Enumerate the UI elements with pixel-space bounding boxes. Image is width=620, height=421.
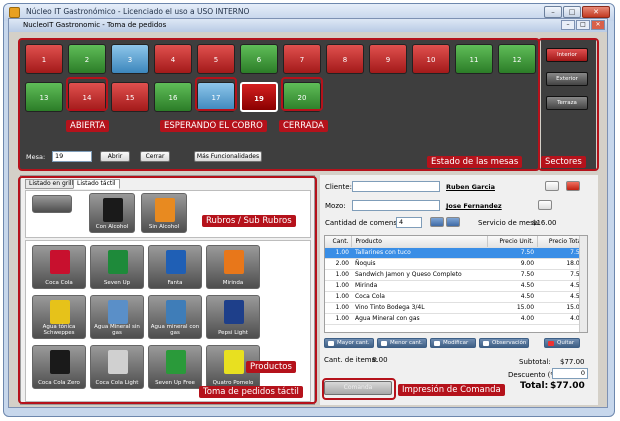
close-button[interactable]: ✕ [582,6,610,18]
order-cell: 15.00 [487,302,538,314]
annotation-productos: Productos [246,361,296,373]
observacion-label: Observación [492,340,527,346]
esperando-highlight [195,77,237,111]
annotation-toma: Toma de pedidos táctil [199,386,303,398]
annotation-rubros: Rubros / Sub Rubros [202,215,296,227]
descuento-input[interactable]: 0 [552,368,588,379]
items-value: 8.00 [372,356,388,364]
order-cell: 1.00 [325,269,352,281]
total-label: Total: [520,381,549,391]
order-cell: 9.00 [487,258,538,270]
order-row[interactable]: 1.00 Mirinda 4.50 4.50 [325,280,587,292]
decrease-icon[interactable] [446,217,460,227]
mayor-cant-label: Mayor cant. [337,340,370,346]
order-scrollbar[interactable] [579,236,587,332]
total-value: $77.00 [550,381,585,391]
comensales-input[interactable]: 4 [396,217,422,228]
order-cell: 4.50 [487,291,538,303]
modificar-button[interactable]: Modificar [430,338,476,348]
inner-title-bar: NucleoIT Gastronomic - Toma de pedidos –… [9,19,607,32]
order-cell: 1.00 [325,291,352,303]
order-table[interactable]: Cant. Producto Precio Unit. Precio Total 1.… [324,235,588,333]
comanda-highlight [322,378,396,400]
annotation-esperando: ESPERANDO EL COBRO [160,120,267,132]
cliente-input[interactable] [352,181,440,192]
order-header-cell[interactable]: Cant. [325,236,353,248]
subtotal-label: Subtotal: [519,358,551,366]
annotation-abierta: ABIERTA [66,120,110,132]
mozo-input[interactable] [352,200,440,211]
annotation-impresion: Impresión de Comanda [398,384,505,396]
annotation-cerrada: CERRADA [279,120,328,132]
order-cell: 1.00 [325,313,352,325]
cliente-label: Cliente: [325,183,352,191]
order-cell: Vino Tinto Bodega 3/4L [351,302,488,314]
order-cell: Ñoquis [351,258,488,270]
increase-icon[interactable] [430,217,444,227]
items-label: Cant. de items: [324,356,378,364]
order-cell: Sandwich Jamon y Queso Completo [351,269,488,281]
order-right-panel: Cliente: Ruben Garcia Mozo: Jose Fernand… [320,175,598,405]
cliente-link[interactable]: Ruben Garcia [446,183,495,191]
mayor-cant-button[interactable]: Mayor cant. [324,338,374,348]
inner-maximize-button[interactable]: □ [576,20,590,30]
menor-cant-label: Menor cant. [390,340,423,346]
quitar-label: Quitar [557,340,575,346]
clear-client-icon[interactable] [566,181,580,191]
maximize-button[interactable]: □ [563,6,581,18]
order-cell: 2.00 [325,258,352,270]
cerrada-highlight [281,77,323,111]
order-row[interactable]: 1.00 Tallarines con tuco 7.50 7.50 [325,247,587,259]
mozo-link[interactable]: Jose Fernandez [446,202,502,210]
observacion-button[interactable]: Observación [479,338,529,348]
order-row[interactable]: 2.00 Ñoquis 9.00 18.00 [325,258,587,270]
annotation-estado: Estado de las mesas [427,156,523,168]
order-cell: 7.50 [487,247,538,259]
search-client-icon[interactable] [545,181,559,191]
order-cell: Agua Mineral con gas [351,313,488,325]
order-cell: 1.00 [325,302,352,314]
order-row[interactable]: 1.00 Vino Tinto Bodega 3/4L 15.00 15.00 [325,302,587,314]
inner-window-title: NucleoIT Gastronomic - Toma de pedidos [23,21,167,29]
order-row[interactable]: 1.00 Coca Cola 4.50 4.50 [325,291,587,303]
annotation-sectores: Sectores [541,156,586,168]
window-title: Núcleo IT Gastronómico - Licenciado el u… [26,7,250,16]
order-cell: Coca Cola [351,291,488,303]
app-icon [9,7,20,18]
order-header-cell[interactable]: Precio Unit. [487,236,538,248]
order-cell: 1.00 [325,247,352,259]
menor-cant-button[interactable]: Menor cant. [377,338,427,348]
servicio-value: $16.00 [532,219,557,227]
inner-minimize-button[interactable]: – [561,20,575,30]
order-cell: 1.00 [325,280,352,292]
order-cell: 4.50 [487,280,538,292]
order-cell: Mirinda [351,280,488,292]
order-cell: 7.50 [487,269,538,281]
subtotal-value: $77.00 [560,358,585,366]
sectors-highlight [538,38,599,171]
order-row[interactable]: 1.00 Sandwich Jamon y Queso Completo 7.50 7… [325,269,587,281]
order-header-cell[interactable]: Producto [351,236,488,248]
quitar-button[interactable]: Quitar [544,338,580,348]
order-cell: Tallarines con tuco [351,247,488,259]
inner-close-button[interactable]: ✕ [591,20,605,30]
order-cell: 4.00 [487,313,538,325]
minimize-button[interactable]: – [544,6,562,18]
mozo-label: Mozo: [325,202,346,210]
search-waiter-icon[interactable] [538,200,552,210]
order-row[interactable]: 1.00 Agua Mineral con gas 4.00 4.00 [325,313,587,325]
modificar-label: Modificar [443,340,469,346]
abierta-highlight [66,77,108,111]
